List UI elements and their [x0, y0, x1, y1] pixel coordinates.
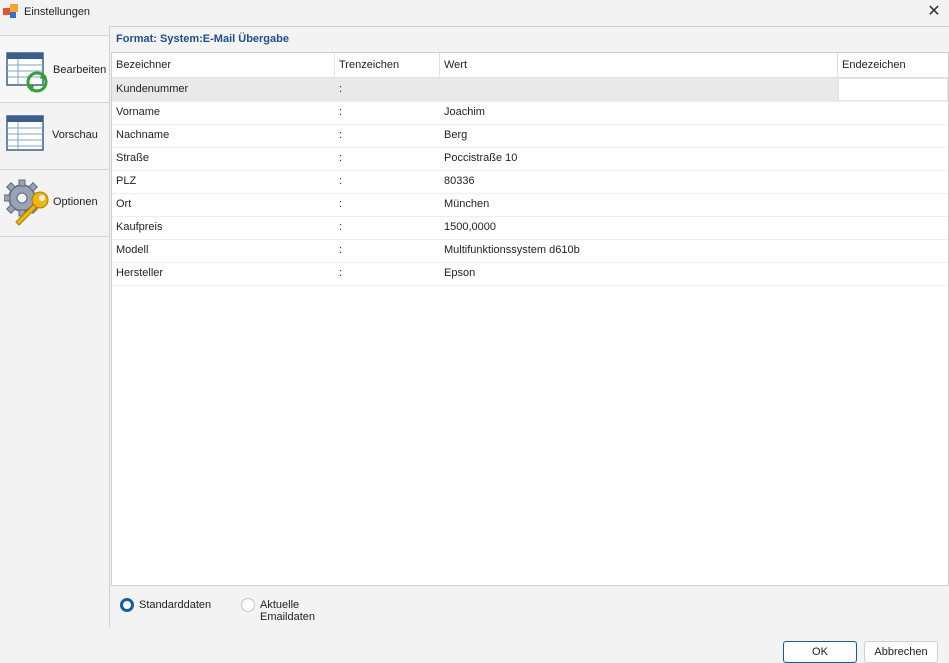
- cell-bezeichner: Vorname: [116, 106, 161, 118]
- cell-endezeichen[interactable]: [838, 193, 948, 216]
- table-row[interactable]: Hersteller : Epson: [112, 262, 948, 286]
- cell-wert[interactable]: 80336: [440, 170, 838, 193]
- sidebar-item-vorschau[interactable]: Vorschau: [0, 103, 109, 170]
- cell-trenzeichen: :: [339, 152, 343, 164]
- table-row[interactable]: Nachname : Berg: [112, 124, 948, 148]
- cell-trenzeichen: :: [339, 106, 343, 118]
- cell-endezeichen[interactable]: [838, 239, 948, 262]
- cell-endezeichen[interactable]: [838, 147, 948, 170]
- radio-aktuelle-emaildaten[interactable]: [241, 598, 255, 612]
- table-row[interactable]: PLZ : 80336: [112, 170, 948, 194]
- cell-wert[interactable]: Joachim: [440, 101, 838, 124]
- table-row[interactable]: Kaufpreis : 1500,0000: [112, 216, 948, 240]
- cell-trenzeichen: :: [339, 198, 343, 210]
- cell-wert[interactable]: Epson: [440, 262, 838, 285]
- cell-trenzeichen: :: [335, 78, 440, 101]
- cell-trenzeichen: :: [339, 175, 343, 187]
- table-row[interactable]: Ort : München: [112, 193, 948, 217]
- cell-bezeichner: Modell: [116, 244, 149, 256]
- cancel-button[interactable]: Abbrechen: [864, 641, 938, 663]
- column-header-wert[interactable]: Wert: [440, 53, 838, 77]
- cell-bezeichner: Ort: [116, 198, 132, 210]
- cell-endezeichen[interactable]: [838, 216, 948, 239]
- grid-header: Bezeichner Trenzeichen Wert Endezeichen: [112, 53, 948, 78]
- close-icon: ✕: [927, 3, 941, 20]
- title-bar: Einstellungen ✕: [0, 0, 949, 26]
- cell-trenzeichen: :: [339, 221, 343, 233]
- radio-aktuelle-emaildaten-label[interactable]: Aktuelle Emaildaten: [260, 599, 315, 623]
- gear-wrench-icon: [4, 179, 49, 226]
- table-row[interactable]: Straße : Poccistraße 10: [112, 147, 948, 171]
- close-button[interactable]: ✕: [919, 0, 949, 24]
- cell-trenzeichen: :: [339, 129, 343, 141]
- cell-wert[interactable]: München: [440, 193, 838, 216]
- cell-bezeichner: Hersteller: [116, 267, 164, 279]
- table-row[interactable]: Modell : Multifunktionssystem d610b: [112, 239, 948, 263]
- sidebar-item-label: Vorschau: [52, 129, 98, 141]
- table-row[interactable]: Vorname : Joachim: [112, 101, 948, 125]
- cell-endezeichen[interactable]: [838, 78, 948, 101]
- table-row[interactable]: Kundenummer :: [112, 78, 948, 102]
- ok-button[interactable]: OK: [783, 641, 857, 663]
- app-logo-icon: [3, 4, 18, 19]
- window-title: Einstellungen: [24, 6, 91, 18]
- cell-bezeichner: PLZ: [116, 175, 137, 187]
- main-panel: Format: System:E-Mail Übergabe Bezeichne…: [109, 26, 949, 627]
- column-header-endezeichen[interactable]: Endezeichen: [838, 53, 948, 77]
- cell-bezeichner: Straße: [116, 152, 150, 164]
- sidebar-item-label: Optionen: [53, 196, 98, 208]
- cell-wert[interactable]: Berg: [440, 124, 838, 147]
- sidebar-item-optionen[interactable]: Optionen: [0, 170, 109, 237]
- cell-bezeichner: Kaufpreis: [116, 221, 163, 233]
- cell-endezeichen[interactable]: [838, 101, 948, 124]
- cell-wert[interactable]: Poccistraße 10: [440, 147, 838, 170]
- sidebar-nav: Bearbeiten Vorschau Optionen: [0, 35, 109, 237]
- cell-bezeichner: Kundenummer: [112, 78, 335, 101]
- cell-endezeichen[interactable]: [838, 124, 948, 147]
- fields-grid[interactable]: Bezeichner Trenzeichen Wert Endezeichen …: [111, 52, 949, 586]
- radio-standarddaten[interactable]: [120, 598, 134, 612]
- radio-standarddaten-label[interactable]: Standarddaten: [139, 599, 211, 611]
- sidebar-item-bearbeiten[interactable]: Bearbeiten: [0, 36, 109, 103]
- cell-bezeichner: Nachname: [116, 129, 170, 141]
- sidebar-item-label: Bearbeiten: [53, 64, 107, 76]
- cell-trenzeichen: :: [339, 244, 343, 256]
- column-header-bezeichner[interactable]: Bezeichner: [112, 53, 335, 77]
- cell-trenzeichen: :: [339, 267, 343, 279]
- cell-wert[interactable]: Multifunktionssystem d610b: [440, 239, 838, 262]
- cell-wert[interactable]: 1500,0000: [440, 216, 838, 239]
- format-title: Format: System:E-Mail Übergabe: [116, 33, 289, 45]
- cell-wert[interactable]: [440, 78, 838, 101]
- cell-endezeichen[interactable]: [838, 170, 948, 193]
- table-icon: [6, 115, 44, 151]
- column-header-trenzeichen[interactable]: Trenzeichen: [335, 53, 440, 77]
- table-refresh-icon: [6, 52, 48, 93]
- cell-endezeichen[interactable]: [838, 262, 948, 285]
